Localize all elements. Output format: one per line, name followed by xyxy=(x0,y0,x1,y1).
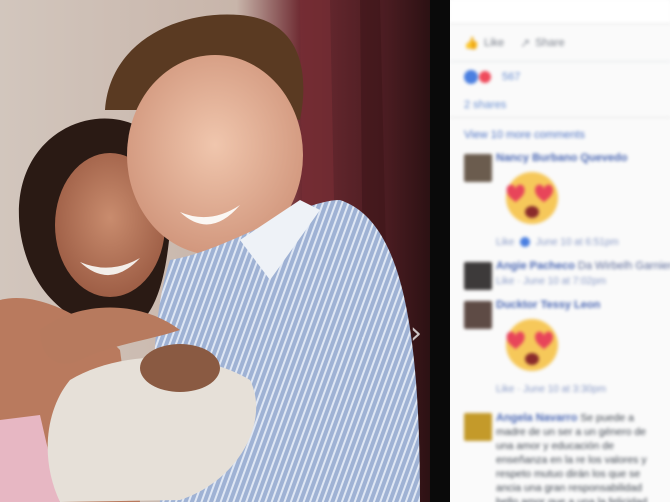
reaction-count: 567 xyxy=(502,71,521,83)
comment-author[interactable]: Angela Navarro xyxy=(496,412,577,424)
viewer-divider xyxy=(430,0,450,502)
avatar[interactable] xyxy=(464,413,492,441)
comment-like-link[interactable]: Like xyxy=(496,237,514,248)
like-button[interactable]: 👍 Like xyxy=(464,36,504,50)
shares-link[interactable]: 2 shares xyxy=(450,92,670,118)
comment-time[interactable]: June 10 at 7:02pm xyxy=(523,276,606,287)
avatar[interactable] xyxy=(464,301,492,329)
share-button[interactable]: ↗ Share xyxy=(520,36,564,50)
family-photo xyxy=(0,0,430,502)
comment-like-link[interactable]: Like xyxy=(496,384,514,395)
comment-item: Angela Navarro Se puede a madre de un se… xyxy=(450,407,670,502)
comment-item: Angie Pacheco Da Wirbelh Garnier Like · … xyxy=(450,256,670,291)
comment-author: Angie Pacheco Da Wirbelh Garnier xyxy=(496,260,670,272)
comment-author[interactable]: Nancy Burbano Quevedo xyxy=(496,152,660,164)
panel-header xyxy=(450,0,670,24)
love-reaction-icon xyxy=(478,70,492,84)
comments-panel: 👍 Like ↗ Share 567 2 shares View 10 more… xyxy=(450,0,670,502)
heart-eyes-emoji xyxy=(506,172,558,224)
comment-author[interactable]: Ducktor Tessy Leon xyxy=(496,299,660,311)
photo-viewer[interactable]: › xyxy=(0,0,430,502)
comment-item: Nancy Burbano Quevedo Like June 10 at 6:… xyxy=(450,148,670,252)
avatar[interactable] xyxy=(464,262,492,290)
comment-text: Se puede a madre de un ser a un género d… xyxy=(496,412,648,502)
comment-author-name[interactable]: Angie Pacheco xyxy=(496,260,575,272)
comment-time[interactable]: June 10 at 6:51pm xyxy=(536,237,619,248)
comment-text: Da Wirbelh Garnier xyxy=(577,260,670,272)
comment-meta: Like June 10 at 6:51pm xyxy=(496,237,660,248)
comment-like-link[interactable]: Like xyxy=(496,276,514,287)
reactions-summary[interactable]: 567 xyxy=(450,62,670,92)
like-reaction-icon xyxy=(464,70,478,84)
avatar[interactable] xyxy=(464,154,492,182)
view-more-comments-link[interactable]: View 10 more comments xyxy=(450,122,670,148)
post-actions: 👍 Like ↗ Share xyxy=(450,24,670,62)
comment-body: Angela Navarro Se puede a madre de un se… xyxy=(496,411,660,502)
like-reaction-icon xyxy=(520,237,531,248)
next-photo-arrow-icon[interactable]: › xyxy=(405,316,427,352)
comment-meta: Like · June 10 at 3:30pm xyxy=(496,384,607,395)
thumbs-up-icon: 👍 xyxy=(464,35,479,50)
blurred-content: 👍 Like ↗ Share 567 2 shares View 10 more… xyxy=(450,0,670,502)
comment-meta: Like · June 10 at 7:02pm xyxy=(496,276,607,287)
like-label: Like xyxy=(483,36,505,49)
comment-time[interactable]: June 10 at 3:30pm xyxy=(523,384,606,395)
share-label: Share xyxy=(535,36,565,49)
share-icon: ↗ xyxy=(520,35,531,50)
comment-item: Ducktor Tessy Leon Like · June 10 at 3:3… xyxy=(450,295,670,399)
heart-eyes-emoji xyxy=(506,319,558,371)
